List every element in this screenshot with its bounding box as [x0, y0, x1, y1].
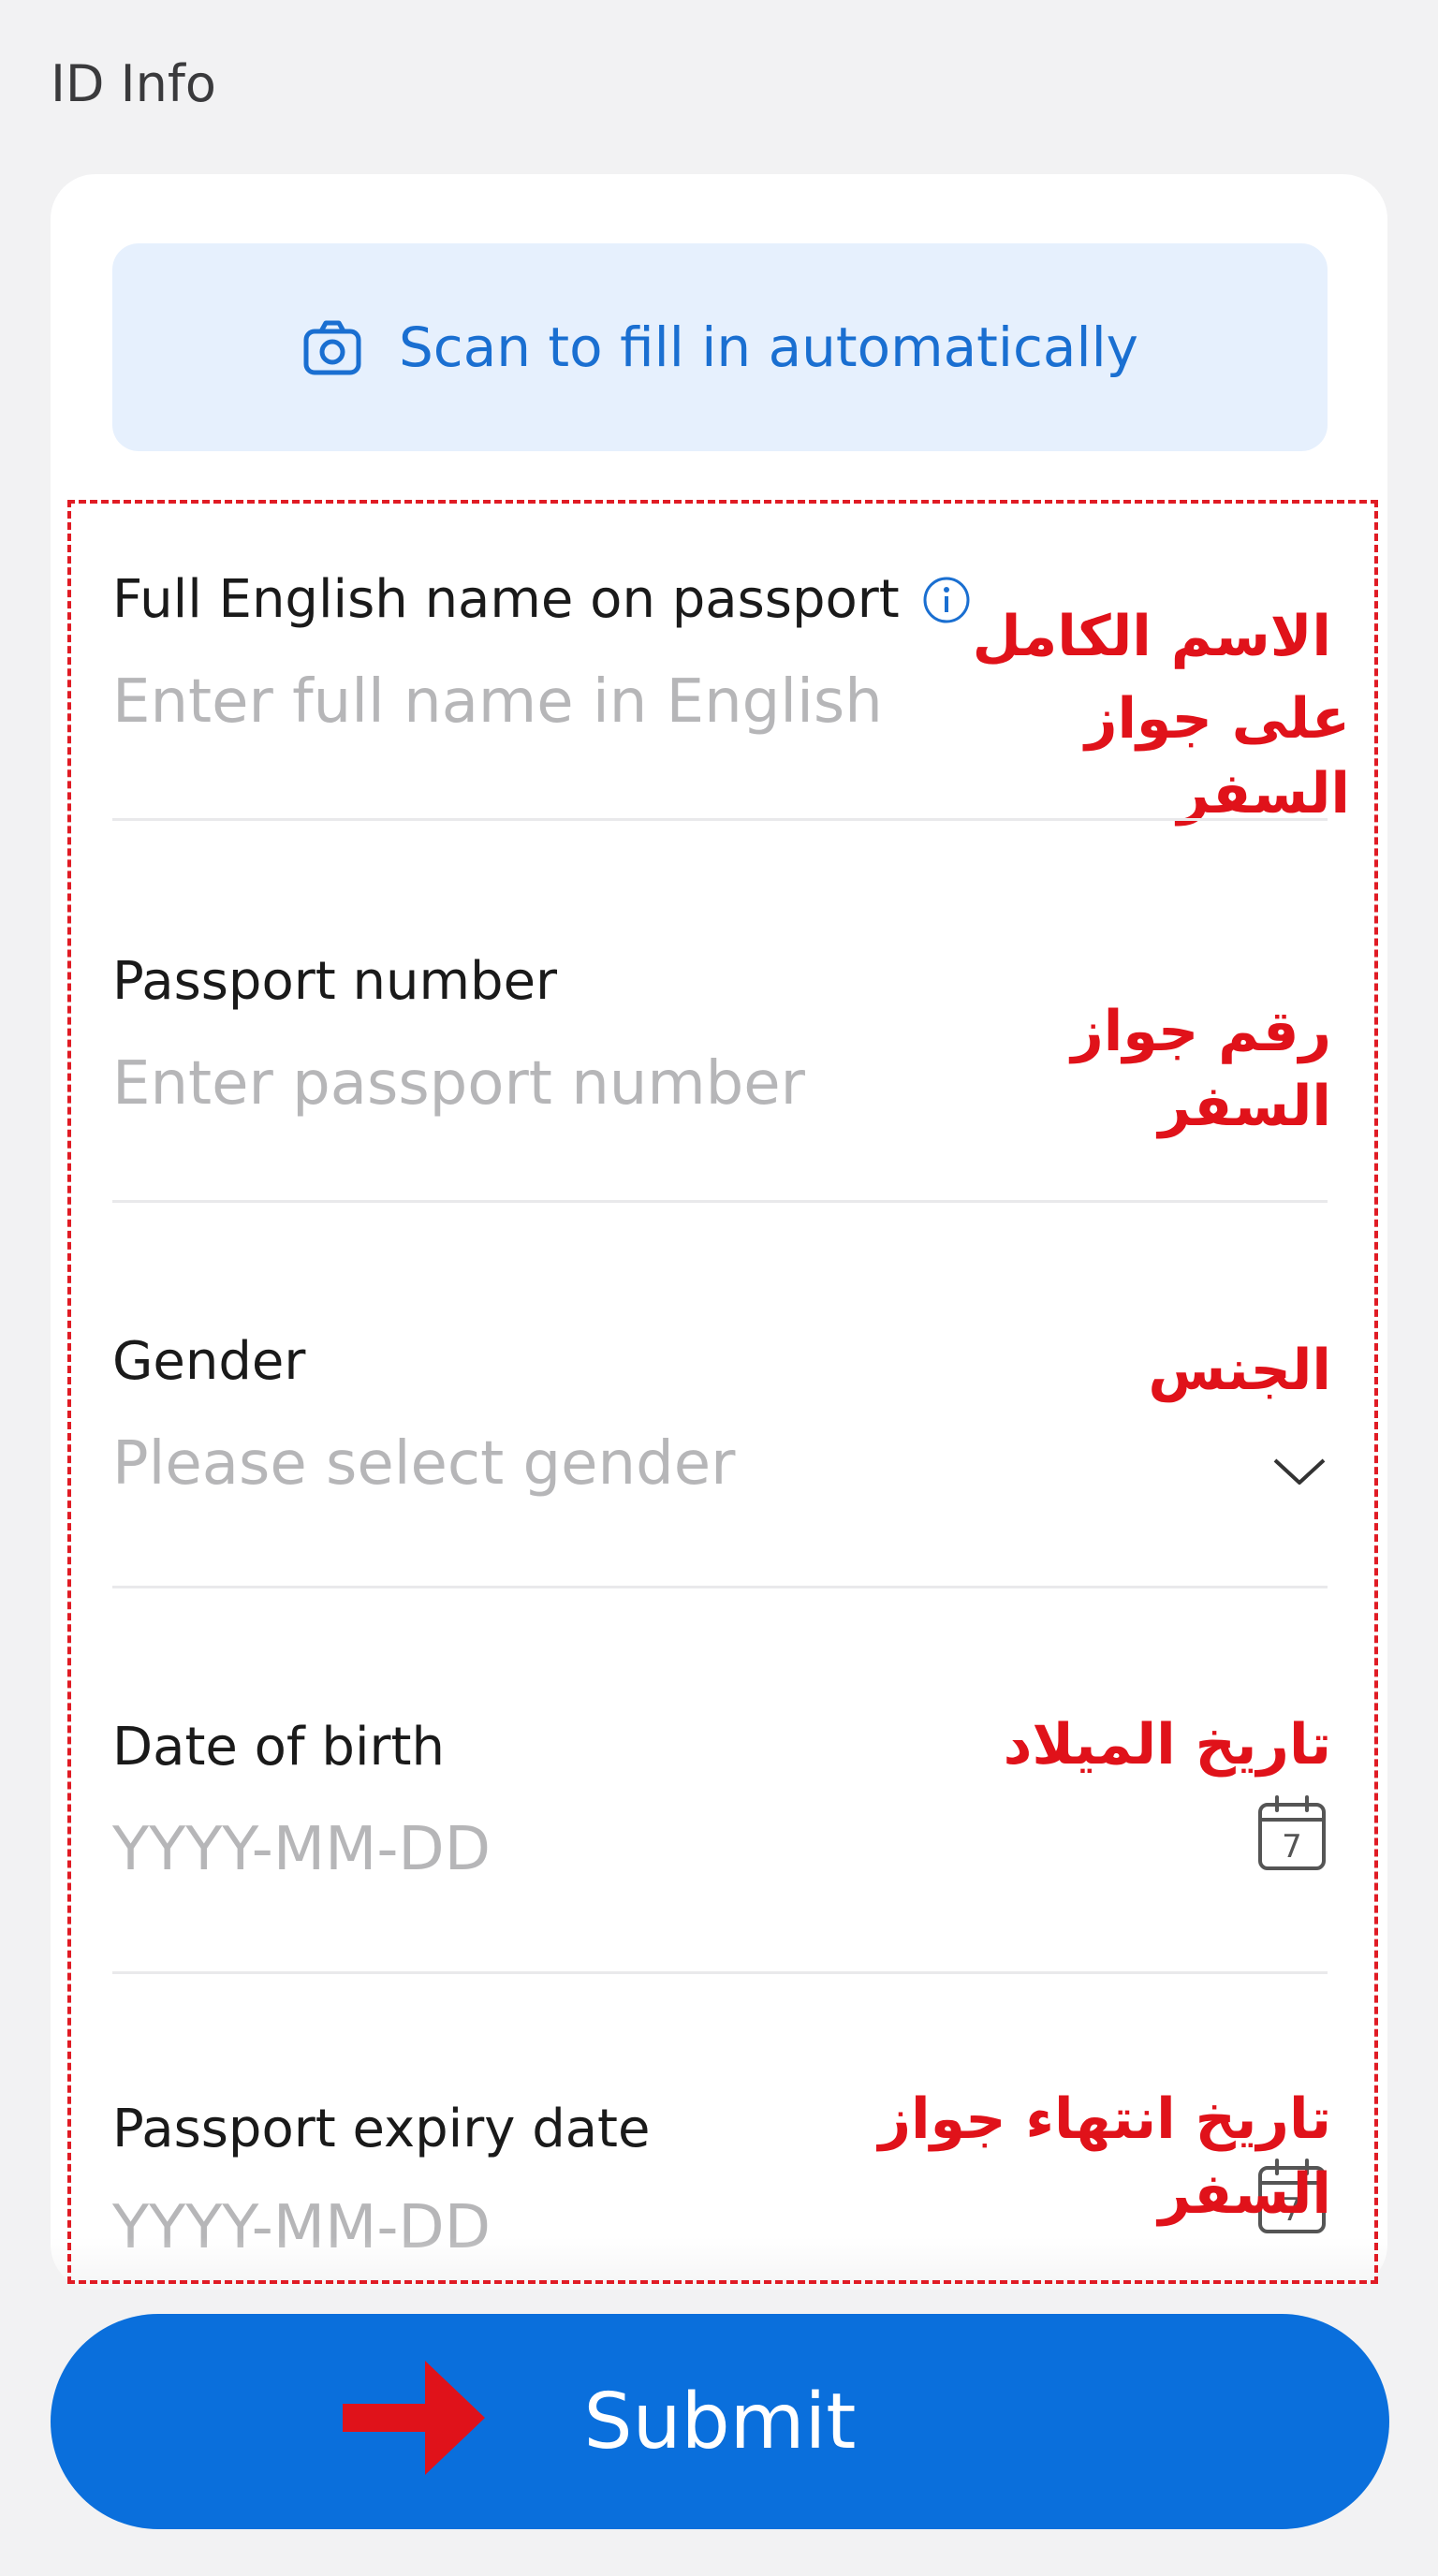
- scan-fill-button[interactable]: Scan to fill in automatically: [112, 243, 1328, 451]
- page-title: ID Info: [51, 54, 216, 113]
- scan-label: Scan to fill in automatically: [398, 315, 1139, 379]
- submit-button[interactable]: Submit: [51, 2314, 1389, 2529]
- arrow-right-icon: [343, 2361, 485, 2475]
- annotation-highlight-frame: [67, 500, 1378, 2284]
- submit-label: Submit: [583, 2377, 857, 2466]
- camera-icon: [301, 316, 363, 378]
